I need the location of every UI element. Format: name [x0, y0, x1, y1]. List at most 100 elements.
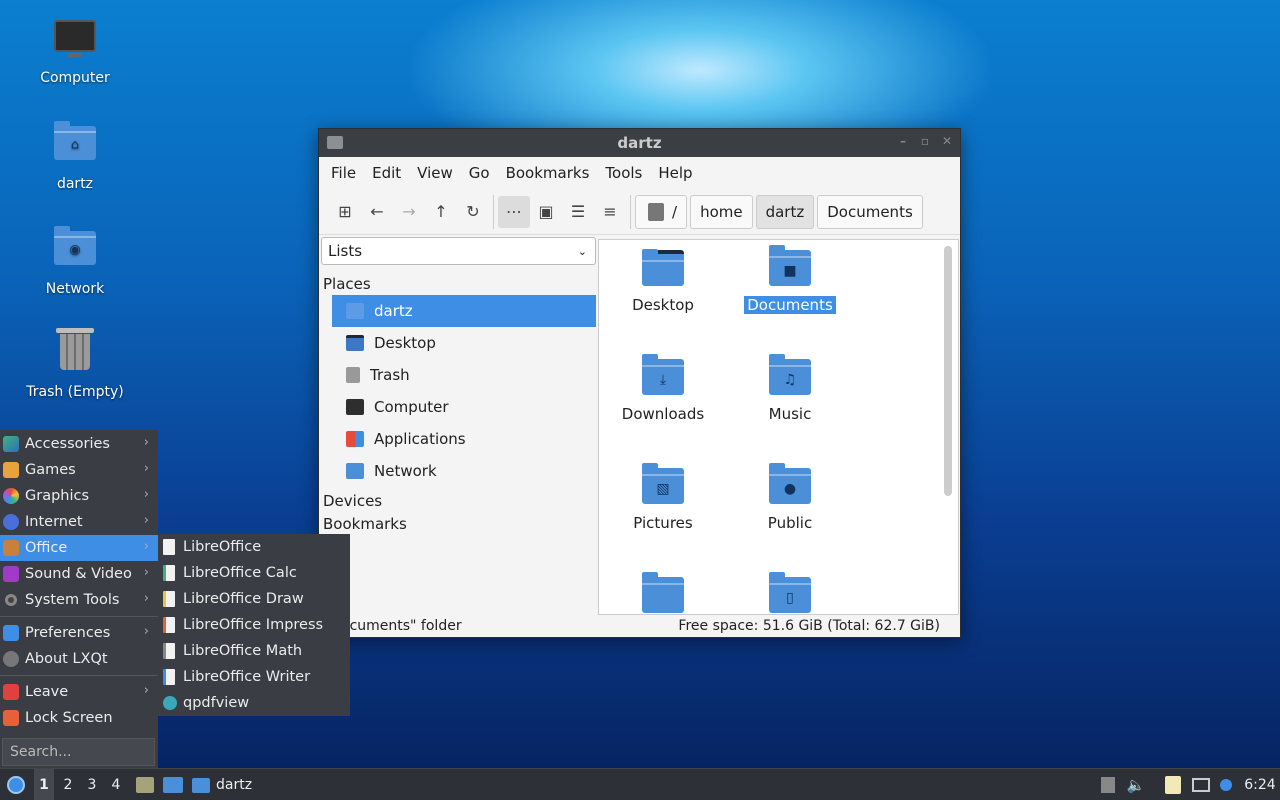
tray-clipboard[interactable] [1162, 769, 1184, 800]
folder-item-label: Documents [744, 296, 836, 314]
place-desktop[interactable]: Desktop [332, 327, 596, 359]
menu-graphics[interactable]: Graphics › [0, 483, 158, 509]
quicklaunch-show-desktop[interactable] [162, 769, 184, 800]
place-trash[interactable]: Trash [332, 359, 596, 391]
tray-network[interactable] [1190, 769, 1212, 800]
menu-about-lxqt[interactable]: About LXQt [0, 646, 158, 672]
devices-header[interactable]: Devices [321, 490, 596, 513]
forward-icon[interactable]: → [393, 196, 425, 228]
submenu-libreoffice-math[interactable]: LibreOffice Math [158, 638, 350, 664]
menu-preferences[interactable]: Preferences › [0, 620, 158, 646]
reload-icon[interactable]: ↻ [457, 196, 489, 228]
workspace-3[interactable]: 3 [82, 769, 102, 800]
side-pane-mode-select[interactable]: Lists ⌄ [321, 237, 596, 265]
tray-updates[interactable] [1216, 769, 1236, 800]
clock[interactable]: 6:24 [1240, 769, 1280, 800]
toolbar: ⊞ ← → ↑ ↻ ⋯ ▣ ☰ ≡ / home dartz Documents [319, 189, 960, 235]
place-dartz[interactable]: dartz [332, 295, 596, 327]
chevron-right-icon: › [143, 624, 149, 639]
back-icon[interactable]: ← [361, 196, 393, 228]
menu-item-label: Accessories [25, 436, 110, 452]
icon-view-icon[interactable]: ⋯ [498, 195, 530, 228]
menu-bookmarks[interactable]: Bookmarks [500, 164, 600, 182]
menu-system-tools[interactable]: System Tools › [0, 587, 158, 613]
menu-separator [0, 675, 158, 676]
start-menu-button[interactable] [4, 769, 28, 800]
menu-item-label: Games [25, 462, 76, 478]
places-header[interactable]: Places [321, 265, 596, 295]
network-folder-icon: ◉ [53, 226, 97, 275]
minimize-icon[interactable]: – [896, 134, 910, 148]
folder-item[interactable]: ▯ [730, 567, 850, 614]
menu-tools[interactable]: Tools [599, 164, 652, 182]
statusbar: ocuments" folder Free space: 51.6 GiB (T… [319, 615, 960, 637]
tray-eject[interactable] [1098, 769, 1118, 800]
submenu-libreoffice-writer[interactable]: LibreOffice Writer [158, 664, 350, 690]
menu-item-label: Graphics [25, 488, 90, 504]
info-icon [3, 651, 19, 667]
task-dartz[interactable]: dartz [192, 769, 262, 800]
menu-help[interactable]: Help [652, 164, 702, 182]
applications-icon [346, 431, 364, 447]
folder-item[interactable]: ■ Documents [730, 240, 850, 314]
menu-games[interactable]: Games › [0, 457, 158, 483]
menu-edit[interactable]: Edit [366, 164, 411, 182]
up-icon[interactable]: ↑ [425, 196, 457, 228]
folder-item[interactable]: ● Public [730, 458, 850, 532]
submenu-libreoffice[interactable]: LibreOffice [158, 534, 350, 560]
menu-go[interactable]: Go [463, 164, 500, 182]
thumbnail-view-icon[interactable]: ▣ [530, 196, 562, 228]
desktop-home[interactable]: ⌂ dartz [15, 120, 135, 192]
submenu-libreoffice-draw[interactable]: LibreOffice Draw [158, 586, 350, 612]
menu-item-label: Leave [25, 684, 69, 700]
submenu-item-label: LibreOffice [183, 539, 262, 555]
menu-view[interactable]: View [411, 164, 463, 182]
folder-item[interactable]: ⤓ Downloads [603, 349, 723, 423]
folder-item[interactable]: ♫ Music [730, 349, 850, 423]
place-computer[interactable]: Computer [332, 391, 596, 423]
menu-office[interactable]: Office › [0, 535, 158, 561]
folder-item[interactable]: ▧ Pictures [603, 458, 723, 532]
menu-file[interactable]: File [325, 164, 366, 182]
submenu-libreoffice-impress[interactable]: LibreOffice Impress [158, 612, 350, 638]
chevron-right-icon: › [143, 461, 149, 476]
desktop-trash[interactable]: Trash (Empty) [15, 328, 135, 400]
menu-search-input[interactable]: Search... [2, 738, 155, 766]
folder-view[interactable]: Desktop ■ Documents ⤓ Downloads ♫ Music … [598, 239, 959, 615]
submenu-qpdfview[interactable]: qpdfview [158, 690, 350, 716]
place-label: dartz [374, 302, 413, 320]
place-network[interactable]: Network [332, 455, 596, 487]
breadcrumb-dartz[interactable]: dartz [755, 194, 815, 229]
desktop-icon-label: Trash (Empty) [26, 384, 124, 400]
workspace-2[interactable]: 2 [58, 769, 78, 800]
new-tab-icon[interactable]: ⊞ [329, 196, 361, 228]
menu-item-label: Sound & Video [25, 566, 132, 582]
folder-item[interactable] [603, 567, 723, 614]
quicklaunch-file-manager[interactable] [134, 769, 156, 800]
window-titlebar[interactable]: dartz – ▫ ✕ [319, 129, 960, 157]
desktop-network[interactable]: ◉ Network [15, 225, 135, 297]
vertical-scrollbar[interactable] [944, 246, 952, 496]
breadcrumb-root[interactable]: / [635, 194, 688, 229]
compact-view-icon[interactable]: ☰ [562, 196, 594, 228]
place-applications[interactable]: Applications [332, 423, 596, 455]
bookmarks-header[interactable]: Bookmarks [321, 513, 596, 536]
maximize-icon[interactable]: ▫ [918, 134, 932, 148]
menu-sound-video[interactable]: Sound & Video › [0, 561, 158, 587]
breadcrumb-home[interactable]: home [690, 194, 753, 229]
status-free-space: Free space: 51.6 GiB (Total: 62.7 GiB) [678, 618, 940, 634]
desktop-computer[interactable]: Computer [15, 16, 135, 86]
close-icon[interactable]: ✕ [940, 134, 954, 148]
detailed-list-view-icon[interactable]: ≡ [594, 196, 626, 228]
workspace-1[interactable]: 1 [34, 769, 54, 800]
tray-volume[interactable]: 🔈 [1126, 769, 1146, 800]
accessories-icon [3, 436, 19, 452]
folder-item[interactable]: Desktop [603, 240, 723, 314]
menu-leave[interactable]: Leave › [0, 679, 158, 705]
menu-lock-screen[interactable]: Lock Screen [0, 705, 158, 731]
submenu-libreoffice-calc[interactable]: LibreOffice Calc [158, 560, 350, 586]
breadcrumb-documents[interactable]: Documents [817, 194, 923, 229]
workspace-4[interactable]: 4 [106, 769, 126, 800]
menu-accessories[interactable]: Accessories › [0, 431, 158, 457]
menu-internet[interactable]: Internet › [0, 509, 158, 535]
